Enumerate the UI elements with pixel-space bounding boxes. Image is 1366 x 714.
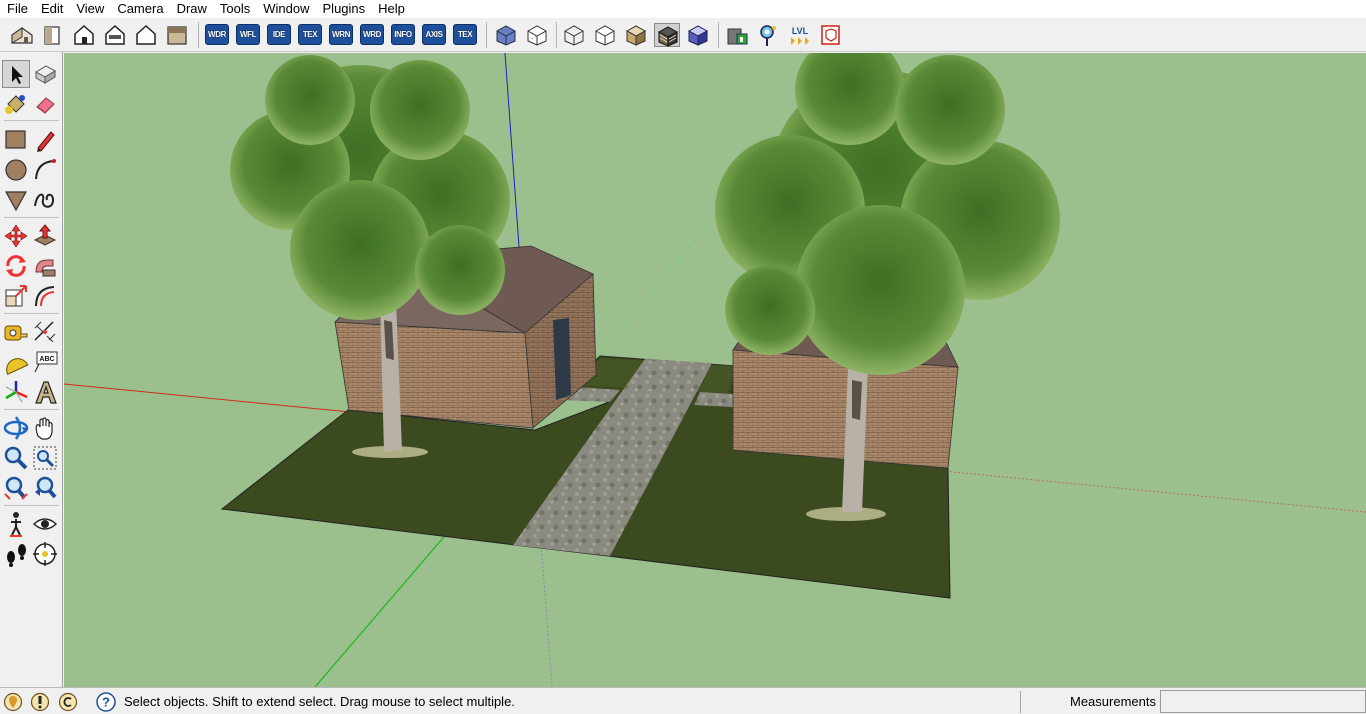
zoom-extents-icon[interactable]: [2, 474, 30, 502]
dimension-icon[interactable]: [31, 318, 59, 346]
walk-icon[interactable]: [2, 510, 30, 538]
monochrome-icon[interactable]: [685, 23, 711, 47]
iso-view-icon[interactable]: [9, 23, 35, 47]
hidden-line-icon[interactable]: [592, 23, 618, 47]
copyright-icon[interactable]: [58, 692, 78, 712]
look-around-icon[interactable]: [31, 510, 59, 538]
select-arrow-icon[interactable]: [2, 60, 30, 88]
level-icon[interactable]: LVL: [787, 23, 813, 47]
plugin-wrn-button[interactable]: WRN: [329, 24, 353, 45]
menu-bar: File Edit View Camera Draw Tools Window …: [0, 0, 1366, 18]
text-label-icon[interactable]: ABC: [31, 348, 59, 376]
menu-draw[interactable]: Draw: [170, 0, 213, 18]
search-pin-icon[interactable]: [755, 23, 781, 47]
menu-camera[interactable]: Camera: [110, 0, 169, 18]
3d-text-icon[interactable]: [31, 378, 59, 406]
pan-icon[interactable]: [31, 414, 59, 442]
push-pull-icon[interactable]: [31, 222, 59, 250]
house-door: [553, 318, 571, 400]
drawing-viewport[interactable]: [64, 53, 1366, 687]
tape-measure-icon[interactable]: [2, 318, 30, 346]
level-label: LVL: [792, 26, 809, 36]
front-view-icon[interactable]: [71, 23, 97, 47]
footprints-icon[interactable]: [2, 540, 30, 568]
text-tool-label: ABC: [39, 356, 54, 363]
plugin-wfl-button[interactable]: WFL: [236, 24, 260, 45]
palette-separator: [4, 120, 59, 121]
scale-icon[interactable]: [2, 282, 30, 310]
eraser-icon[interactable]: [31, 90, 59, 118]
status-message: Select objects. Shift to extend select. …: [124, 694, 515, 709]
credits-icon[interactable]: [30, 692, 50, 712]
palette-separator: [4, 313, 59, 314]
previous-view-icon[interactable]: [31, 474, 59, 502]
menu-edit[interactable]: Edit: [34, 0, 69, 18]
palette-separator: [4, 409, 59, 410]
circle-icon[interactable]: [2, 156, 30, 184]
plugin-tex-button[interactable]: TEX: [298, 24, 322, 45]
measurements-label: Measurements: [1070, 694, 1156, 709]
menu-plugins[interactable]: Plugins: [316, 0, 372, 18]
right-view-icon[interactable]: [102, 23, 128, 47]
menu-tools[interactable]: Tools: [213, 0, 256, 18]
polygon-icon[interactable]: [2, 186, 30, 214]
axes-icon[interactable]: [2, 378, 30, 406]
plugin-tex2-button[interactable]: TEX: [453, 24, 477, 45]
statusbar-divider: [1020, 691, 1021, 713]
svg-text:?: ?: [102, 695, 110, 710]
shaded-icon[interactable]: [623, 23, 649, 47]
toolbar-separator: [556, 22, 557, 48]
building-tool-icon[interactable]: [725, 23, 751, 47]
blue-axis-dotted: [539, 529, 553, 687]
plugin-wdr-button[interactable]: WDR: [205, 24, 229, 45]
geo-location-icon[interactable]: [3, 692, 23, 712]
move-icon[interactable]: [2, 222, 30, 250]
menu-help[interactable]: Help: [371, 0, 411, 18]
section-icon[interactable]: [818, 23, 844, 47]
line-pencil-icon[interactable]: [31, 126, 59, 154]
toolbar-separator: [198, 22, 199, 48]
zoom-icon[interactable]: [2, 444, 30, 472]
freehand-icon[interactable]: [31, 186, 59, 214]
plugin-info-button[interactable]: INFO: [391, 24, 415, 45]
toolbar-separator: [486, 22, 487, 48]
help-icon[interactable]: ?: [96, 692, 116, 712]
palette-separator: [4, 505, 59, 506]
plugin-wrd-button[interactable]: WRD: [360, 24, 384, 45]
offset-icon[interactable]: [31, 282, 59, 310]
main-toolbar: WDR WFL IDE TEX WRN WRD INFO AXIS TEX LV…: [0, 18, 1366, 52]
tool-palette: ABC: [0, 52, 63, 687]
zoom-window-icon[interactable]: [31, 444, 59, 472]
plugin-axis-button[interactable]: AXIS: [422, 24, 446, 45]
status-bar: ? Select objects. Shift to extend select…: [0, 687, 1366, 714]
toolbar-separator: [718, 22, 719, 48]
wireframe-icon[interactable]: [561, 23, 587, 47]
palette-separator: [4, 217, 59, 218]
arc-icon[interactable]: [31, 156, 59, 184]
menu-view[interactable]: View: [69, 0, 110, 18]
follow-me-icon[interactable]: [31, 252, 59, 280]
xray-icon[interactable]: [493, 23, 519, 47]
orbit-icon[interactable]: [2, 414, 30, 442]
measurements-input[interactable]: [1160, 690, 1366, 713]
menu-file[interactable]: File: [0, 0, 34, 18]
scene-canvas: [64, 53, 1366, 687]
section-plane-icon[interactable]: [31, 540, 59, 568]
back-view-icon[interactable]: [133, 23, 159, 47]
left-view-icon[interactable]: [164, 23, 190, 47]
rotate-icon[interactable]: [2, 252, 30, 280]
paint-bucket-icon[interactable]: [2, 90, 30, 118]
rectangle-icon[interactable]: [2, 126, 30, 154]
make-component-icon[interactable]: [31, 60, 59, 88]
menu-window[interactable]: Window: [256, 0, 315, 18]
plugin-ide-button[interactable]: IDE: [267, 24, 291, 45]
protractor-icon[interactable]: [2, 348, 30, 376]
red-axis-line: [64, 383, 351, 413]
top-view-icon[interactable]: [40, 23, 66, 47]
shaded-with-textures-icon[interactable]: [654, 23, 680, 47]
back-edges-icon[interactable]: [524, 23, 550, 47]
